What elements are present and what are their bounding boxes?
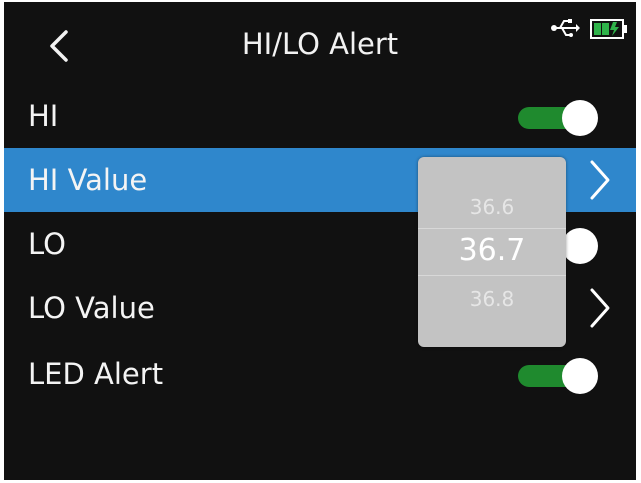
header-bar: HI/LO Alert bbox=[4, 2, 636, 84]
picker-option-next[interactable]: 36.8 bbox=[418, 287, 566, 311]
row-label: LO Value bbox=[28, 291, 155, 325]
hi-toggle[interactable] bbox=[518, 100, 598, 136]
toggle-knob bbox=[562, 358, 598, 394]
row-label: HI bbox=[28, 99, 59, 133]
usb-icon bbox=[551, 19, 580, 37]
row-label: LO bbox=[28, 227, 66, 261]
led-alert-toggle[interactable] bbox=[518, 358, 598, 394]
page-title: HI/LO Alert bbox=[241, 27, 399, 61]
value-picker[interactable]: 36.6 36.7 36.8 bbox=[418, 157, 566, 347]
toggle-knob bbox=[562, 100, 598, 136]
row-led-alert[interactable]: LED Alert bbox=[4, 342, 636, 406]
toggle-knob bbox=[562, 228, 598, 264]
battery-icon bbox=[590, 19, 627, 39]
row-label: HI Value bbox=[28, 163, 148, 197]
chevron-right-icon[interactable] bbox=[584, 158, 614, 202]
device-screen: HI/LO Alert HI HI Value LO LO Value LED … bbox=[4, 2, 636, 480]
picker-option-current[interactable]: 36.7 bbox=[418, 233, 566, 268]
picker-option-prev[interactable]: 36.6 bbox=[418, 195, 566, 219]
row-hi[interactable]: HI bbox=[4, 84, 636, 148]
chevron-right-icon[interactable] bbox=[584, 286, 614, 330]
row-label: LED Alert bbox=[28, 357, 164, 391]
